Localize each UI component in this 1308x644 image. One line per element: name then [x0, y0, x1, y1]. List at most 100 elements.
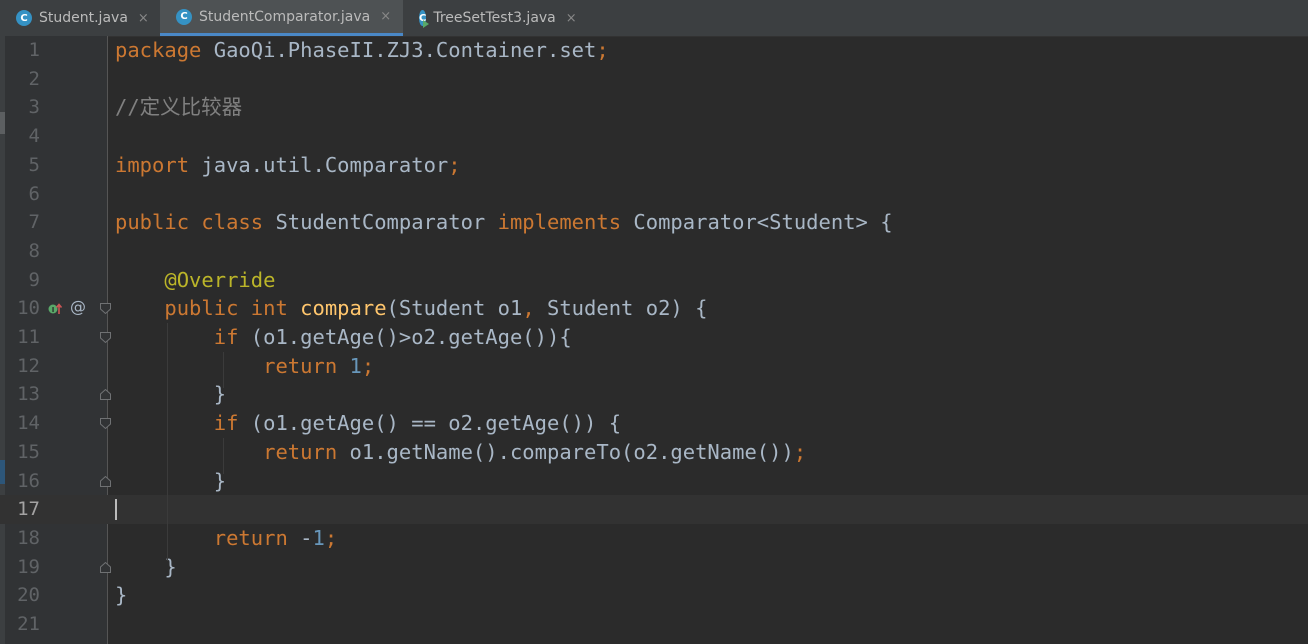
- line-number: 17: [17, 498, 40, 521]
- annotation-marker-icon[interactable]: @: [70, 297, 86, 317]
- fold-close-icon[interactable]: [100, 389, 111, 401]
- code-token: -: [300, 525, 313, 550]
- line-number: 21: [17, 613, 40, 635]
- fold-open-icon[interactable]: [100, 332, 111, 343]
- line-number: 20: [17, 584, 40, 607]
- code-token: GaoQi.PhaseII.ZJ3.Container.set: [213, 38, 597, 62]
- code-token: ;: [324, 525, 338, 550]
- code-text[interactable]: //定义比较器: [115, 93, 242, 122]
- tab-student-java[interactable]: C Student.java ×: [0, 0, 160, 36]
- code-token: }: [115, 583, 128, 608]
- code-token: if: [213, 411, 251, 436]
- tab-studentcomparator-java[interactable]: C StudentComparator.java ×: [160, 0, 403, 36]
- editor-tab-bar: C Student.java × C StudentComparator.java × C T…: [0, 0, 1308, 37]
- code-text[interactable]: public class StudentComparator implement…: [115, 208, 893, 237]
- line-number: 7: [28, 211, 40, 234]
- code-editor[interactable]: 1 package GaoQi.PhaseII.ZJ3.Container.set…: [0, 36, 1308, 644]
- runnable-class-icon: C: [419, 10, 430, 28]
- code-line[interactable]: 8: [0, 237, 1308, 266]
- code-token: (o1.getAge() == o2.getAge()) {: [250, 411, 622, 436]
- code-text[interactable]: }: [115, 467, 226, 496]
- code-line[interactable]: 18 return -1;: [0, 524, 1308, 553]
- code-token: StudentComparator: [275, 210, 498, 235]
- fold-open-icon[interactable]: [100, 418, 111, 430]
- code-text[interactable]: package GaoQi.PhaseII.ZJ3.Container.set;: [115, 36, 609, 65]
- code-text[interactable]: if (o1.getAge()>o2.getAge()){: [115, 323, 572, 352]
- tab-treesettest3-java[interactable]: C TreeSetTest3.java ×: [403, 0, 577, 36]
- tab-label: StudentComparator.java: [199, 8, 371, 25]
- code-line[interactable]: 15 return o1.getName().compareTo(o2.getN…: [0, 438, 1308, 467]
- fold-close-icon[interactable]: [100, 561, 111, 573]
- code-token: compare: [300, 296, 387, 321]
- code-text[interactable]: @Override: [115, 266, 275, 295]
- code-text[interactable]: if (o1.getAge() == o2.getAge()) {: [115, 409, 621, 438]
- code-token: Student o2) {: [547, 296, 708, 321]
- code-line[interactable]: 9 @Override: [0, 266, 1308, 295]
- code-token: public int: [164, 296, 301, 321]
- close-tab-icon[interactable]: ×: [380, 9, 391, 24]
- code-token: implements: [497, 210, 634, 235]
- line-number: 8: [28, 239, 40, 262]
- code-text[interactable]: }: [115, 581, 127, 610]
- code-token: ;: [596, 38, 609, 62]
- code-line[interactable]: 1 package GaoQi.PhaseII.ZJ3.Container.set…: [0, 36, 1308, 65]
- code-line[interactable]: 10 public int compare(Student o1, Studen…: [0, 294, 1308, 323]
- code-token: package: [115, 38, 214, 62]
- code-token: @Override: [164, 267, 276, 292]
- class-icon: C: [16, 10, 32, 26]
- line-number: 3: [28, 96, 40, 119]
- indent-guide: [223, 437, 224, 475]
- line-number: 2: [28, 67, 40, 90]
- code-line[interactable]: 13 }: [0, 380, 1308, 409]
- line-number: 5: [28, 153, 40, 176]
- code-line[interactable]: 3 //定义比较器: [0, 93, 1308, 122]
- code-text[interactable]: return o1.getName().compareTo(o2.getName…: [115, 438, 806, 467]
- line-number: 11: [17, 326, 40, 348]
- line-number: 9: [28, 268, 40, 291]
- code-line[interactable]: 17: [0, 495, 1308, 525]
- code-line[interactable]: 21: [0, 610, 1308, 639]
- code-token: (Student o1: [386, 296, 523, 321]
- fold-open-icon[interactable]: [100, 303, 111, 315]
- code-token: }: [115, 468, 227, 493]
- code-token: }: [115, 382, 227, 407]
- code-line[interactable]: 2: [0, 65, 1308, 94]
- code-line[interactable]: 20}: [0, 581, 1308, 610]
- code-token: ;: [361, 353, 375, 378]
- code-line[interactable]: 11 if (o1.getAge()>o2.getAge()){: [0, 323, 1308, 352]
- code-line[interactable]: 12 return 1;: [0, 352, 1308, 381]
- code-text[interactable]: return 1;: [115, 352, 374, 381]
- code-text[interactable]: public int compare(Student o1, Student o…: [115, 294, 707, 323]
- code-token: o1.getName().compareTo(o2.getName()): [349, 439, 794, 464]
- code-line[interactable]: 6: [0, 180, 1308, 209]
- line-number: 10: [17, 297, 40, 320]
- line-number: 1: [28, 39, 40, 61]
- code-text[interactable]: }: [115, 380, 226, 409]
- code-token: Comparator<Student> {: [633, 210, 893, 235]
- indent-guide: [223, 351, 224, 389]
- code-line[interactable]: 4: [0, 122, 1308, 151]
- code-token: (o1.getAge()>o2.getAge()){: [250, 325, 572, 349]
- code-text[interactable]: import java.util.Comparator;: [115, 151, 461, 180]
- code-line[interactable]: 19 }: [0, 553, 1308, 582]
- code-line[interactable]: 16 }: [0, 467, 1308, 496]
- code-line[interactable]: 14 if (o1.getAge() == o2.getAge()) {: [0, 409, 1308, 438]
- code-token: 1: [349, 353, 362, 378]
- line-number: 14: [17, 412, 40, 435]
- text-caret: [115, 499, 117, 521]
- tab-label: Student.java: [39, 10, 128, 26]
- close-tab-icon[interactable]: ×: [566, 11, 577, 26]
- code-token: ;: [793, 439, 807, 464]
- code-line[interactable]: 5 import java.util.Comparator;: [0, 151, 1308, 180]
- close-tab-icon[interactable]: ×: [138, 11, 149, 26]
- code-line[interactable]: 7 public class StudentComparator implemen…: [0, 208, 1308, 237]
- overrides-method-icon[interactable]: I: [48, 301, 64, 317]
- fold-close-icon[interactable]: [100, 475, 111, 487]
- code-text[interactable]: return -1;: [115, 524, 337, 553]
